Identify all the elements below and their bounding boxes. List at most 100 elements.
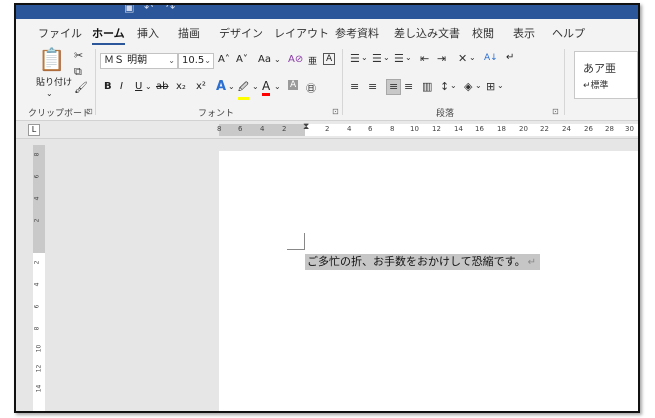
multilevel-list-icon[interactable]: ☰	[394, 52, 404, 66]
shading-icon[interactable]: ◈	[464, 80, 472, 94]
ribbon: 📋 貼り付け ⌄ ✂ ⧉ 🖌 クリップボード ⊡ ＭＳ 明朝 ⌄ 10.5 ⌄ …	[16, 45, 638, 121]
tab-design[interactable]: デザイン	[219, 25, 263, 41]
font-group-label: フォント	[198, 109, 235, 119]
paste-icon[interactable]: 📋	[38, 49, 65, 73]
asian-layout-icon[interactable]: ✕	[458, 52, 467, 66]
tab-selector[interactable]: L	[28, 124, 40, 136]
character-border-button[interactable]: A	[323, 53, 336, 65]
align-center-icon[interactable]: ≡	[368, 80, 377, 94]
sort-button[interactable]: A↓	[484, 53, 498, 63]
chevron-down-icon[interactable]: ⌄	[469, 51, 476, 65]
ruler-tick: 30	[625, 125, 634, 133]
paragraph-launcher-icon[interactable]: ⊡	[552, 107, 559, 116]
ruler-tick: 2	[325, 125, 330, 133]
ruler-tick: 6	[33, 304, 41, 309]
font-launcher-icon[interactable]: ⊡	[332, 107, 339, 116]
ruler-tick: 6	[33, 174, 41, 179]
save-icon[interactable]: ▣	[124, 5, 134, 14]
chevron-down-icon[interactable]: ⌄	[145, 80, 152, 94]
vertical-ruler[interactable]: 8 6 4 2 2 4 6 8 10 12 14	[33, 145, 45, 411]
character-shading-button[interactable]: A	[288, 80, 299, 90]
shrink-font-button[interactable]: A˅	[236, 54, 248, 65]
tab-review[interactable]: 校閲	[472, 25, 494, 41]
borders-icon[interactable]: ⊞	[486, 80, 495, 94]
font-color-button[interactable]: A	[262, 79, 271, 96]
chevron-down-icon[interactable]: ⌄	[228, 80, 235, 94]
chevron-down-icon[interactable]: ⌄	[497, 79, 504, 93]
style-gallery-normal[interactable]: あア亜 ↵標準	[574, 51, 638, 99]
ruler-tick: 4	[260, 125, 265, 133]
undo-icon[interactable]: ↶	[144, 5, 153, 14]
chevron-down-icon[interactable]: ⌄	[450, 79, 457, 93]
tab-help[interactable]: ヘルプ	[552, 25, 585, 41]
text-effects-button[interactable]: A	[216, 79, 226, 94]
group-divider	[342, 49, 343, 115]
format-painter-icon[interactable]: 🖌	[74, 81, 88, 95]
clipboard-group-label: クリップボード	[28, 109, 92, 119]
line-spacing-icon[interactable]: ↕	[440, 80, 449, 94]
ruler-tick: 20	[519, 125, 528, 133]
superscript-button[interactable]: x²	[196, 81, 206, 92]
justify-icon[interactable]: ≡	[404, 80, 413, 94]
grow-font-button[interactable]: A˄	[218, 54, 230, 65]
bullets-icon[interactable]: ☰	[350, 52, 360, 66]
ruler-tick: 6	[238, 125, 243, 133]
paste-dropdown-icon[interactable]: ⌄	[46, 87, 53, 101]
chevron-down-icon[interactable]: ⌄	[361, 51, 368, 65]
tab-layout[interactable]: レイアウト	[274, 25, 329, 41]
clear-formatting-button[interactable]: A⊘	[288, 54, 303, 65]
ruler-tick: 4	[33, 196, 41, 201]
enclose-characters-button[interactable]: ㊐	[306, 80, 316, 95]
strikethrough-button[interactable]: ab	[156, 81, 168, 92]
document-page[interactable]	[219, 151, 638, 411]
change-case-button[interactable]: Aa	[258, 54, 271, 65]
italic-button[interactable]: I	[120, 81, 123, 92]
ruler-tick: 8	[217, 125, 222, 133]
chevron-down-icon[interactable]: ⌄	[252, 80, 259, 94]
redo-icon[interactable]: ↷	[166, 5, 175, 14]
copy-icon[interactable]: ⧉	[74, 65, 82, 79]
tab-references[interactable]: 参考資料	[335, 25, 379, 41]
align-right-icon[interactable]: ≡	[386, 79, 402, 95]
increase-indent-icon[interactable]: ⇥	[437, 52, 446, 66]
chevron-down-icon[interactable]: ⌄	[274, 53, 281, 67]
style-name: ↵標準	[583, 81, 609, 91]
paste-label[interactable]: 貼り付け	[36, 75, 72, 88]
tab-home[interactable]: ホーム	[92, 25, 125, 45]
selected-text[interactable]: ご多忙の折、お手数をおかけして恐縮です。 ↵	[305, 254, 540, 270]
chevron-down-icon: ⌄	[204, 56, 211, 65]
ruler-tick: 4	[347, 125, 352, 133]
horizontal-ruler[interactable]: L 8 6 4 2 ⧗ 2 4 6 8 10 12 14 16 18 20 22…	[16, 121, 638, 139]
font-name-combo[interactable]: ＭＳ 明朝 ⌄	[100, 53, 178, 69]
show-marks-button[interactable]: ↵	[506, 52, 514, 63]
ruler-tick: 6	[368, 125, 373, 133]
decrease-indent-icon[interactable]: ⇤	[420, 52, 429, 66]
underline-button[interactable]: U	[135, 81, 142, 92]
group-divider	[564, 49, 565, 115]
subscript-button[interactable]: x₂	[176, 81, 186, 92]
tab-view[interactable]: 表示	[513, 25, 535, 41]
tab-draw[interactable]: 描画	[178, 25, 200, 41]
indent-marker-icon[interactable]: ⧗	[303, 122, 309, 132]
chevron-down-icon[interactable]: ⌄	[405, 51, 412, 65]
align-left-icon[interactable]: ≡	[350, 80, 359, 94]
tab-file[interactable]: ファイル	[38, 25, 82, 41]
bold-button[interactable]: B	[104, 81, 112, 92]
style-preview: あア亜	[583, 62, 616, 75]
chevron-down-icon[interactable]: ⌄	[383, 51, 390, 65]
document-text[interactable]: ご多忙の折、お手数をおかけして恐縮です。	[307, 255, 526, 268]
distributed-icon[interactable]: ▥	[422, 80, 432, 94]
numbering-icon[interactable]: ☰	[372, 52, 382, 66]
cut-icon[interactable]: ✂	[74, 49, 83, 63]
chevron-down-icon[interactable]: ⌄	[274, 80, 281, 94]
tab-mailings[interactable]: 差し込み文書	[394, 25, 460, 41]
tab-insert[interactable]: 挿入	[137, 25, 159, 41]
ruler-tick: 22	[540, 125, 549, 133]
ribbon-tabs: ファイル ホーム 挿入 描画 デザイン レイアウト 参考資料 差し込み文書 校閲…	[16, 19, 638, 45]
phonetic-guide-button[interactable]: 亜	[308, 54, 317, 67]
highlight-button[interactable]: 🖉	[238, 80, 249, 100]
chevron-down-icon[interactable]: ⌄	[475, 79, 482, 93]
font-size-value: 10.5	[182, 55, 205, 66]
clipboard-launcher-icon[interactable]: ⊡	[86, 107, 93, 116]
font-size-combo[interactable]: 10.5 ⌄	[178, 53, 214, 69]
